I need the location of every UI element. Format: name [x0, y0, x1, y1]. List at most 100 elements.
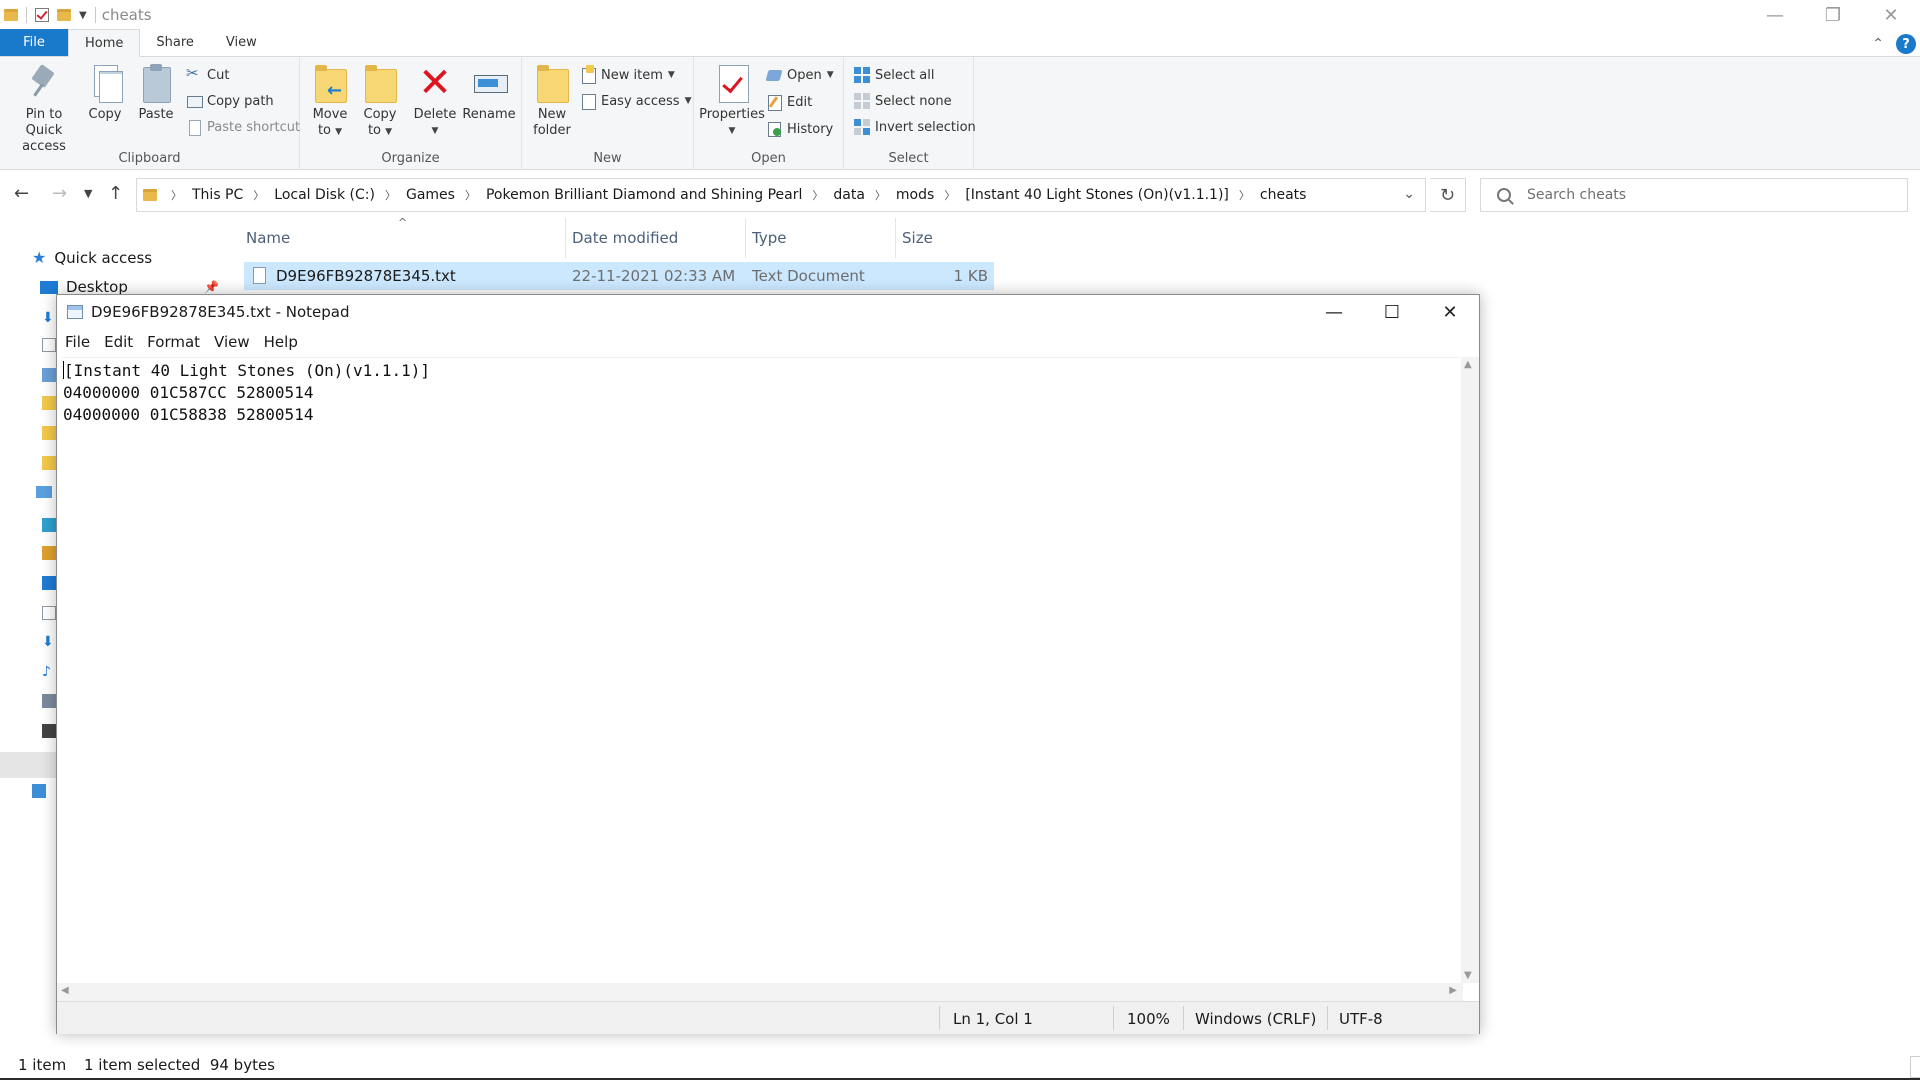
scroll-up-icon[interactable]: ▲ — [1464, 359, 1472, 370]
invert-selection-button[interactable]: Invert selection — [854, 117, 976, 137]
chevron-right-icon[interactable]: 〉 — [465, 187, 476, 203]
chevron-down-icon[interactable]: ⌄ — [1403, 186, 1415, 202]
menu-format[interactable]: Format — [147, 333, 208, 351]
desktop-icon[interactable] — [42, 576, 56, 590]
chevron-right-icon[interactable]: 〉 — [944, 187, 955, 203]
downloads-icon[interactable]: ⬇ — [42, 310, 56, 326]
folder-icon[interactable] — [42, 456, 56, 470]
select-all-button[interactable]: Select all — [854, 65, 934, 85]
scroll-down-icon[interactable]: ▼ — [1464, 970, 1472, 981]
properties-qat-icon[interactable] — [35, 8, 49, 22]
back-icon[interactable]: ← — [14, 183, 29, 204]
chevron-right-icon[interactable]: 〉 — [253, 187, 264, 203]
folder-icon[interactable] — [42, 426, 56, 440]
table-row[interactable]: D9E96FB92878E345.txt 22-11-2021 02:33 AM… — [244, 262, 994, 290]
onedrive-icon[interactable] — [36, 486, 52, 498]
cut-button[interactable]: Cut — [186, 64, 229, 85]
column-header-size[interactable]: Size — [896, 218, 992, 258]
properties-label: Properties — [699, 107, 765, 122]
select-none-button[interactable]: Select none — [854, 91, 952, 111]
breadcrumb-item[interactable]: mods — [896, 187, 934, 203]
maximize-icon[interactable]: ☐ — [1363, 295, 1421, 329]
column-header-type[interactable]: Type — [746, 218, 896, 258]
breadcrumb-item[interactable]: This PC — [192, 187, 243, 203]
copy-button[interactable]: Copy — [86, 63, 124, 123]
notepad-titlebar[interactable]: D9E96FB92878E345.txt - Notepad — ☐ ✕ — [57, 295, 1479, 329]
tab-file[interactable]: File — [0, 29, 68, 56]
scroll-left-icon[interactable]: ◀ — [61, 985, 69, 996]
close-icon[interactable]: ✕ — [1862, 0, 1920, 30]
copy-label: Copy — [88, 107, 122, 122]
breadcrumb-item[interactable]: Pokemon Brilliant Diamond and Shining Pe… — [486, 187, 802, 203]
window-title: cheats — [101, 6, 152, 24]
documents-icon[interactable] — [42, 606, 56, 620]
paste-button[interactable]: Paste — [136, 63, 176, 123]
breadcrumb-item[interactable]: data — [833, 187, 865, 203]
pictures-icon[interactable] — [42, 694, 56, 708]
rename-button[interactable]: Rename — [462, 63, 516, 123]
quick-access-item[interactable]: ★ Quick access — [32, 248, 152, 267]
copy-to-button[interactable]: Copy to ▼ — [360, 63, 400, 140]
breadcrumb-item-current[interactable]: cheats — [1260, 187, 1307, 203]
chevron-right-icon[interactable]: 〉 — [1239, 187, 1250, 203]
tab-home[interactable]: Home — [68, 29, 141, 57]
notepad-text-area[interactable]: [Instant 40 Light Stones (On)(v1.1.1)] 0… — [62, 357, 1460, 983]
breadcrumb-item[interactable]: Local Disk (C:) — [274, 187, 375, 203]
search-box[interactable] — [1480, 178, 1908, 212]
refresh-button[interactable]: ↻ — [1430, 178, 1466, 212]
pin-to-quick-access-button[interactable]: Pin to Quick access — [6, 63, 82, 155]
menu-file[interactable]: File — [65, 333, 98, 351]
customize-qat-icon[interactable]: ▼ — [79, 10, 87, 21]
documents-icon[interactable] — [42, 338, 56, 352]
chevron-right-icon[interactable]: 〉 — [812, 187, 823, 203]
delete-button[interactable]: ✕ Delete ▼ — [412, 63, 458, 139]
search-input[interactable] — [1527, 187, 1887, 203]
move-to-button[interactable]: ← Move to ▼ — [310, 63, 350, 140]
minimize-ribbon-icon[interactable]: ⌃ — [1872, 36, 1884, 52]
help-icon[interactable]: ? — [1896, 34, 1916, 54]
open-button[interactable]: Open ▼ — [766, 65, 834, 85]
local-disk-item[interactable] — [0, 752, 56, 778]
minimize-icon[interactable]: — — [1305, 295, 1363, 329]
new-folder-button[interactable]: New folder — [532, 63, 572, 139]
address-bar[interactable]: 〉 This PC 〉 Local Disk (C:) 〉 Games 〉 Po… — [136, 178, 1426, 212]
tab-share[interactable]: Share — [140, 29, 210, 56]
column-header-date[interactable]: Date modified — [566, 218, 746, 258]
recent-locations-icon[interactable]: ▼ — [84, 187, 92, 200]
history-button[interactable]: History — [766, 119, 833, 139]
horizontal-scrollbar[interactable]: ◀ ▶ — [57, 983, 1463, 1001]
up-icon[interactable]: ↑ — [108, 183, 123, 204]
easy-access-button[interactable]: Easy access ▼ — [580, 91, 692, 111]
forward-icon[interactable]: → — [52, 183, 67, 204]
folder-icon[interactable] — [42, 396, 56, 410]
pictures-icon[interactable] — [42, 368, 56, 382]
menu-edit[interactable]: Edit — [104, 333, 141, 351]
breadcrumb-item[interactable]: Games — [406, 187, 455, 203]
network-icon[interactable] — [32, 784, 46, 798]
paste-shortcut-button[interactable]: Paste shortcut — [186, 117, 300, 137]
new-item-button[interactable]: New item ▼ — [580, 65, 675, 85]
chevron-right-icon[interactable]: 〉 — [875, 187, 886, 203]
copy-path-button[interactable]: Copy path — [186, 91, 274, 111]
downloads-icon[interactable]: ⬇ — [42, 634, 56, 650]
chevron-right-icon[interactable]: 〉 — [385, 187, 396, 203]
minimize-icon[interactable]: — — [1746, 0, 1804, 30]
close-icon[interactable]: ✕ — [1421, 295, 1479, 329]
column-header-name[interactable]: Name — [240, 218, 566, 258]
menu-help[interactable]: Help — [264, 333, 306, 351]
menu-view[interactable]: View — [214, 333, 258, 351]
music-icon[interactable]: ♪ — [42, 664, 56, 680]
breadcrumb-item[interactable]: [Instant 40 Light Stones (On)(v1.1.1)] — [965, 187, 1229, 203]
scroll-right-icon[interactable]: ▶ — [1449, 985, 1457, 996]
this-pc-desktop-icon[interactable] — [42, 546, 56, 560]
edit-button[interactable]: Edit — [766, 92, 812, 112]
large-icons-view-icon[interactable] — [1910, 1056, 1920, 1078]
videos-icon[interactable] — [42, 724, 56, 738]
tab-view[interactable]: View — [210, 29, 273, 56]
new-folder-qat-icon[interactable] — [57, 9, 71, 21]
pin-icon[interactable]: 📌 — [204, 280, 219, 294]
vertical-scrollbar[interactable]: ▲ ▼ — [1461, 357, 1479, 983]
restore-icon[interactable]: ❐ — [1804, 0, 1862, 30]
properties-button[interactable]: Properties ▼ — [698, 63, 766, 139]
3d-objects-icon[interactable] — [42, 518, 56, 532]
